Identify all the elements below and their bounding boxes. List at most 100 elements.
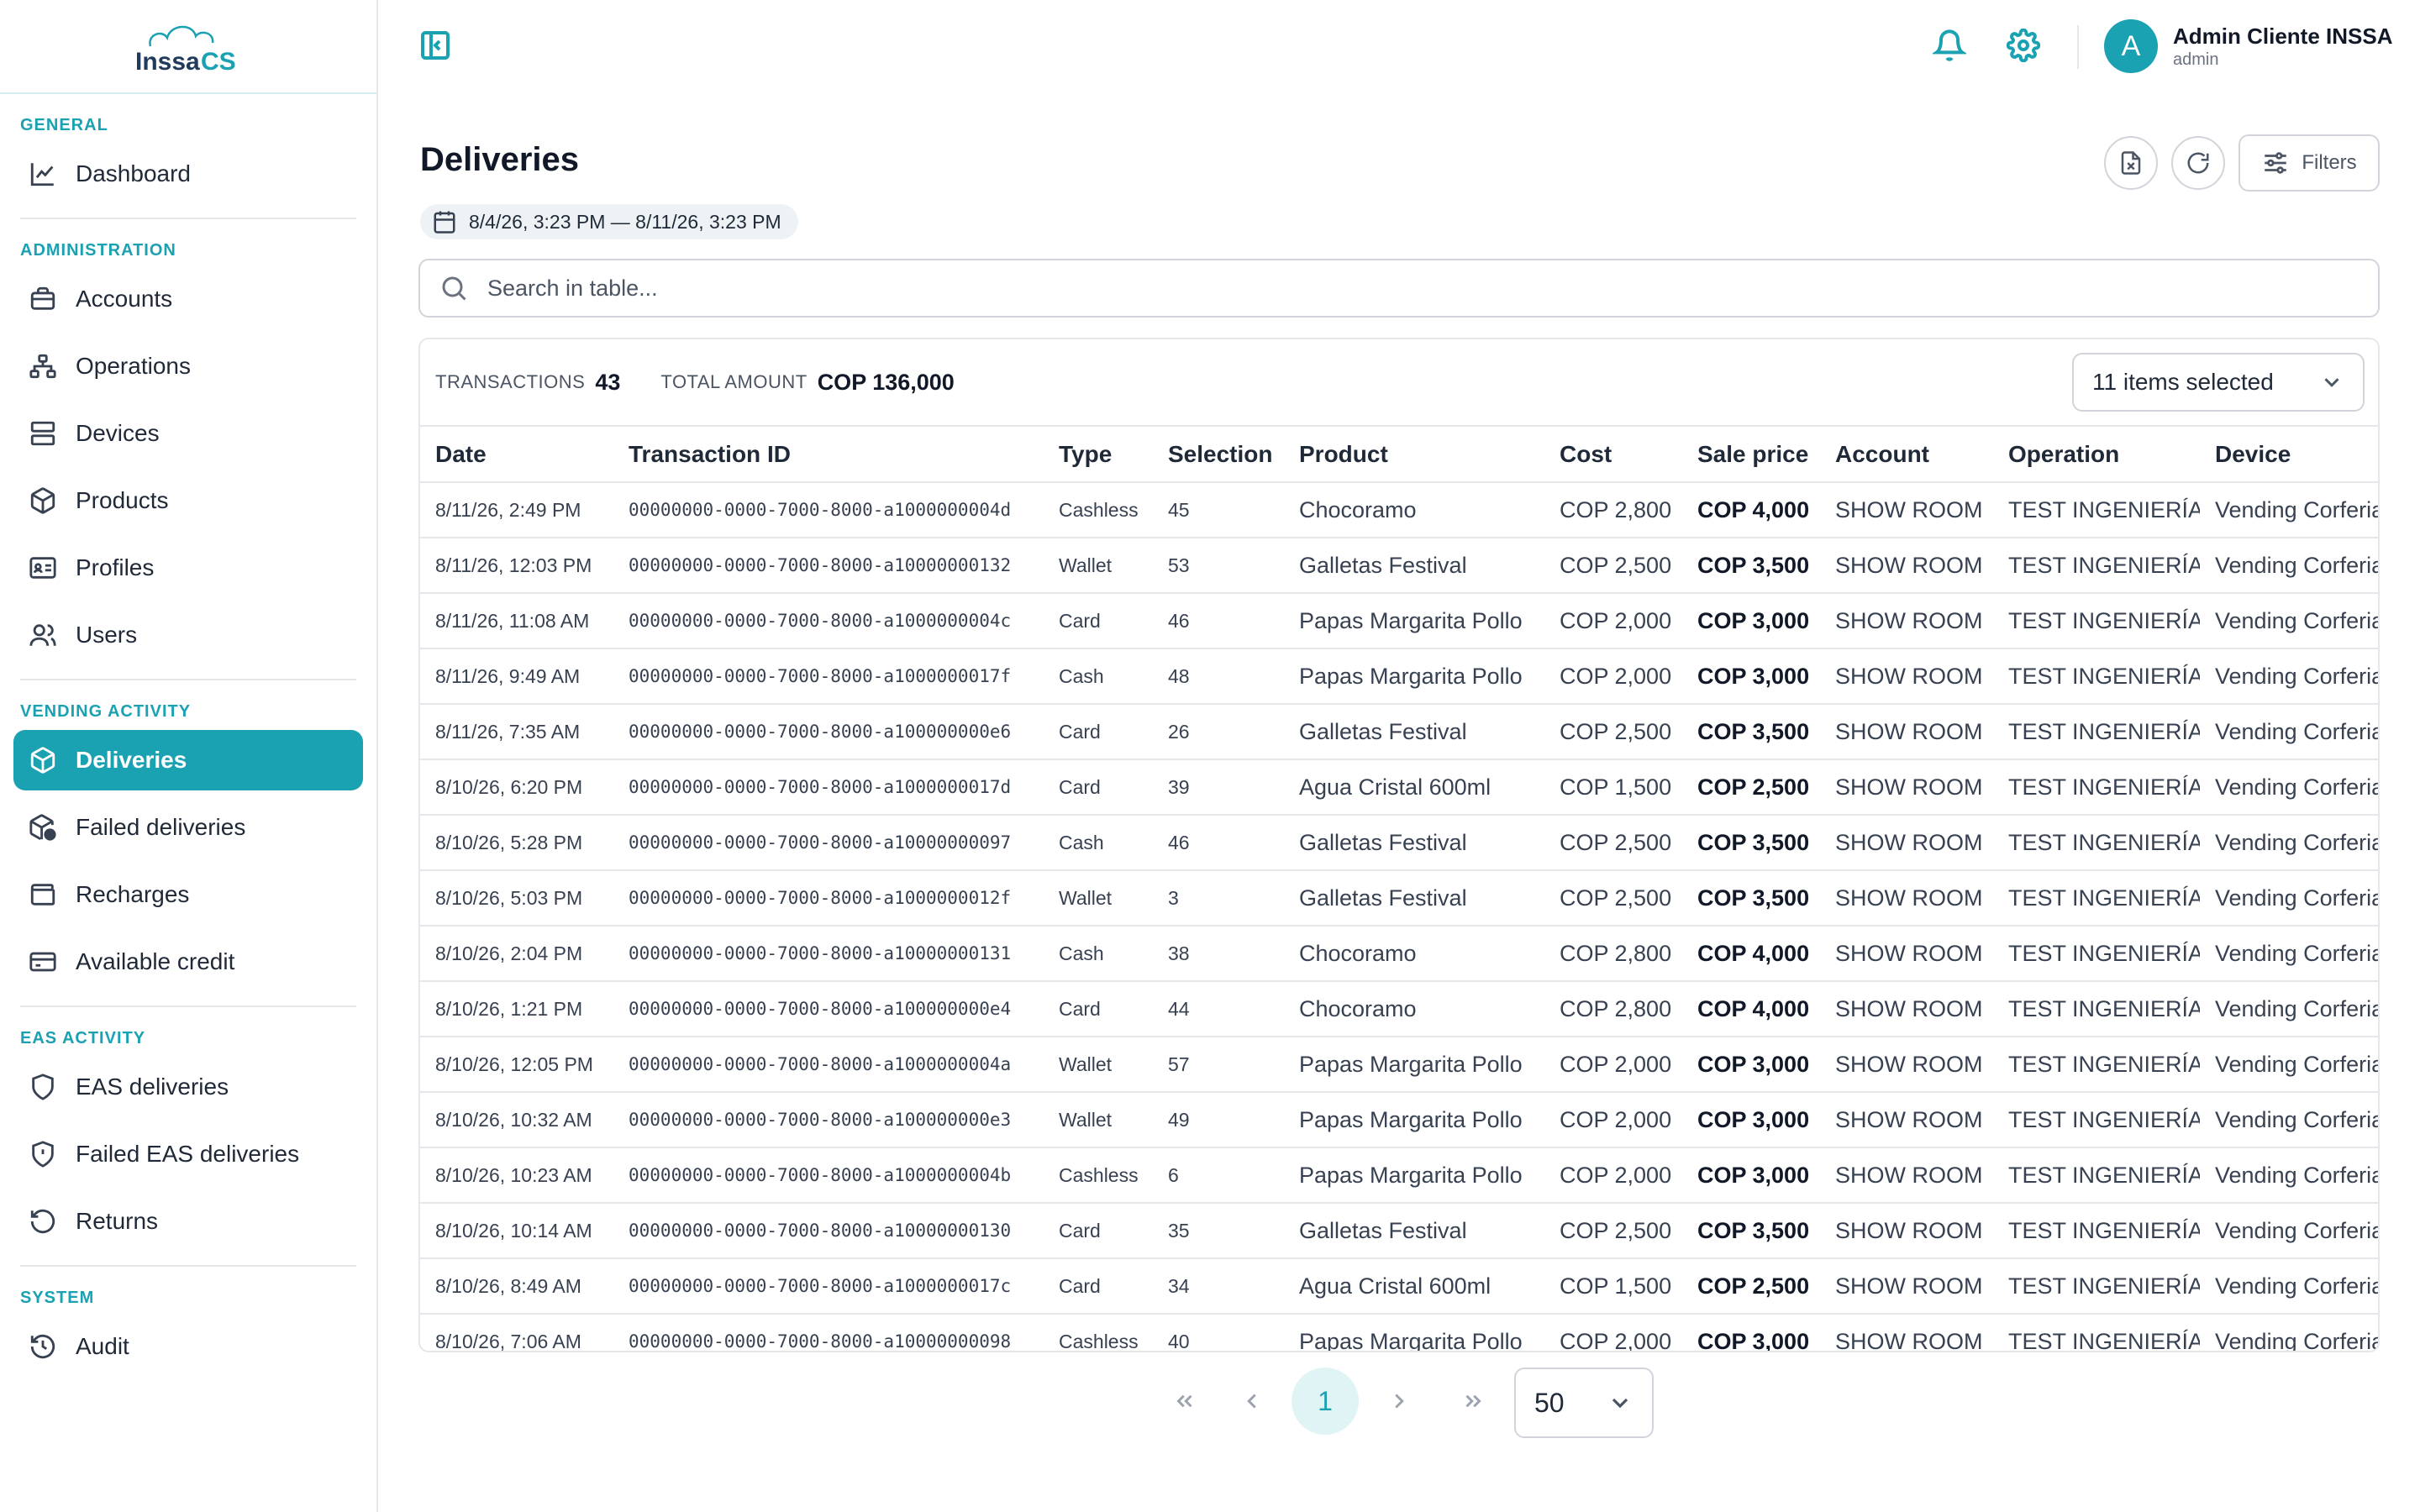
next-page-button[interactable] xyxy=(1365,1368,1433,1435)
table-cell: TEST INGENIERÍA xyxy=(1993,926,2200,982)
column-header[interactable]: Sale price xyxy=(1682,427,1820,483)
table-cell: Wallet xyxy=(1044,538,1153,594)
table-cell: 8/11/26, 9:49 AM xyxy=(420,648,613,705)
filters-button[interactable]: Filters xyxy=(2238,134,2380,192)
table-cell: 8/10/26, 10:32 AM xyxy=(420,1092,613,1148)
column-header[interactable]: Account xyxy=(1820,427,1993,483)
sidebar-item-audit[interactable]: Audit xyxy=(13,1316,363,1377)
sidebar-item-failed-deliveries[interactable]: Failed deliveries xyxy=(13,797,363,858)
table-row[interactable]: 8/10/26, 5:03 PM 00000000-0000-7000-8000-… xyxy=(420,870,2378,927)
table-cell: TEST INGENIERÍA xyxy=(1993,981,2200,1037)
date-range-chip[interactable]: 8/4/26, 3:23 PM — 8/11/26, 3:23 PM xyxy=(420,204,798,239)
sidebar-toggle-button[interactable] xyxy=(418,29,455,66)
table-body: 8/11/26, 2:49 PM 00000000-0000-7000-8000-… xyxy=(420,482,2378,1351)
page-size-select[interactable]: 50 xyxy=(1514,1368,1654,1438)
logo[interactable]: Inssa CS xyxy=(0,0,376,94)
table-cell: 8/10/26, 12:05 PM xyxy=(420,1037,613,1093)
box-alert-icon xyxy=(27,811,59,843)
table-cell: Card xyxy=(1044,1203,1153,1259)
table-row[interactable]: 8/10/26, 10:14 AM 00000000-0000-7000-8000… xyxy=(420,1203,2378,1259)
table-row[interactable]: 8/11/26, 9:49 AM 00000000-0000-7000-8000-… xyxy=(420,648,2378,705)
column-header[interactable]: Selection xyxy=(1153,427,1284,483)
sidebar-item-label: Audit xyxy=(76,1333,129,1359)
table-cell: COP 3,000 xyxy=(1682,1314,1820,1351)
sidebar-item-accounts[interactable]: Accounts xyxy=(13,269,363,329)
sidebar-item-label: Deliveries xyxy=(76,747,187,773)
export-excel-button[interactable] xyxy=(2104,136,2158,190)
sidebar-item-users[interactable]: Users xyxy=(13,605,363,665)
table-cell: Vending Corferias xyxy=(2200,482,2378,538)
table-cell: 8/11/26, 11:08 AM xyxy=(420,593,613,649)
table-cell: 8/10/26, 10:14 AM xyxy=(420,1203,613,1259)
table-cell: COP 3,000 xyxy=(1682,1092,1820,1148)
table-row[interactable]: 8/10/26, 12:05 PM 00000000-0000-7000-8000… xyxy=(420,1037,2378,1093)
table-cell: COP 2,000 xyxy=(1544,1092,1682,1148)
shield-icon xyxy=(27,1071,59,1103)
avatar[interactable]: A xyxy=(2104,19,2158,73)
table-cell: COP 4,000 xyxy=(1682,926,1820,982)
sidebar-item-profiles[interactable]: Profiles xyxy=(13,538,363,598)
sidebar-item-dashboard[interactable]: Dashboard xyxy=(13,144,363,204)
sidebar-item-operations[interactable]: Operations xyxy=(13,336,363,396)
table-cell: 35 xyxy=(1153,1203,1284,1259)
chevrons-left-icon xyxy=(1176,1394,1192,1408)
table-row[interactable]: 8/10/26, 10:32 AM 00000000-0000-7000-8000… xyxy=(420,1092,2378,1148)
table-cell: Cash xyxy=(1044,926,1153,982)
table-cell: COP 2,500 xyxy=(1544,1203,1682,1259)
credit-card-icon xyxy=(27,946,59,978)
sidebar-item-available-credit[interactable]: Available credit xyxy=(13,932,363,992)
sidebar-divider xyxy=(20,1005,356,1007)
table-row[interactable]: 8/10/26, 10:23 AM 00000000-0000-7000-8000… xyxy=(420,1147,2378,1204)
column-header[interactable]: Type xyxy=(1044,427,1153,483)
table-row[interactable]: 8/10/26, 2:04 PM 00000000-0000-7000-8000-… xyxy=(420,926,2378,982)
current-page-button[interactable]: 1 xyxy=(1292,1368,1359,1435)
page-size-value: 50 xyxy=(1534,1387,1565,1418)
table-row[interactable]: 8/11/26, 7:35 AM 00000000-0000-7000-8000-… xyxy=(420,704,2378,760)
sidebar-item-eas-deliveries[interactable]: EAS deliveries xyxy=(13,1057,363,1117)
table-cell: 00000000-0000-7000-8000-a1000000012f xyxy=(613,870,1044,927)
column-header[interactable]: Transaction ID xyxy=(613,427,1044,483)
column-header[interactable]: Product xyxy=(1284,427,1544,483)
column-header[interactable]: Device xyxy=(2200,427,2378,483)
sidebar-divider xyxy=(20,679,356,680)
search-input[interactable] xyxy=(487,275,2336,302)
table-row[interactable]: 8/11/26, 11:08 AM 00000000-0000-7000-8000… xyxy=(420,593,2378,649)
notifications-button[interactable] xyxy=(1931,29,1970,66)
previous-page-button[interactable] xyxy=(1218,1368,1286,1435)
settings-button[interactable] xyxy=(2006,28,2044,66)
sidebar-item-deliveries[interactable]: Deliveries xyxy=(13,730,363,790)
column-header[interactable]: Date xyxy=(420,427,613,483)
column-header[interactable]: Operation xyxy=(1993,427,2200,483)
sidebar-item-products[interactable]: Products xyxy=(13,470,363,531)
app-root: Inssa CS GENERAL Dashboard ADMINISTRATION A… xyxy=(0,0,2420,1512)
sidebar-item-label: Failed deliveries xyxy=(76,814,246,840)
sidebar-item-devices[interactable]: Devices xyxy=(13,403,363,464)
table-row[interactable]: 8/11/26, 12:03 PM 00000000-0000-7000-8000… xyxy=(420,538,2378,594)
table-cell: 8/10/26, 1:21 PM xyxy=(420,981,613,1037)
sidebar-item-failed-eas-deliveries[interactable]: Failed EAS deliveries xyxy=(13,1124,363,1184)
table-cell: Galletas Festival xyxy=(1284,870,1544,927)
table-row[interactable]: 8/10/26, 1:21 PM 00000000-0000-7000-8000-… xyxy=(420,981,2378,1037)
sidebar-item-recharges[interactable]: Recharges xyxy=(13,864,363,925)
table-row[interactable]: 8/10/26, 7:06 AM 00000000-0000-7000-8000-… xyxy=(420,1314,2378,1351)
first-page-button[interactable] xyxy=(1151,1368,1218,1435)
table-cell: 8/11/26, 2:49 PM xyxy=(420,482,613,538)
table-row[interactable]: 8/10/26, 8:49 AM 00000000-0000-7000-8000-… xyxy=(420,1258,2378,1315)
table-cell: 46 xyxy=(1153,815,1284,871)
table-cell: 00000000-0000-7000-8000-a1000000017f xyxy=(613,648,1044,705)
table-row[interactable]: 8/10/26, 6:20 PM 00000000-0000-7000-8000-… xyxy=(420,759,2378,816)
table-cell: Vending Corferias xyxy=(2200,759,2378,816)
table-summary: TRANSACTIONS 43 TOTAL AMOUNT COP 136,000… xyxy=(420,339,2378,427)
table-row[interactable]: 8/11/26, 2:49 PM 00000000-0000-7000-8000-… xyxy=(420,482,2378,538)
sidebar-item-returns[interactable]: Returns xyxy=(13,1191,363,1252)
column-header[interactable]: Cost xyxy=(1544,427,1682,483)
table-row[interactable]: 8/10/26, 5:28 PM 00000000-0000-7000-8000-… xyxy=(420,815,2378,871)
last-page-button[interactable] xyxy=(1439,1368,1507,1435)
refresh-button[interactable] xyxy=(2171,136,2225,190)
table-cell: Papas Margarita Pollo xyxy=(1284,1314,1544,1351)
table-cell: COP 3,000 xyxy=(1682,648,1820,705)
table-cell: 8/10/26, 5:03 PM xyxy=(420,870,613,927)
table-cell: 45 xyxy=(1153,482,1284,538)
page-title: Deliveries xyxy=(420,141,580,178)
columns-select[interactable]: 11 items selected xyxy=(2072,353,2365,412)
